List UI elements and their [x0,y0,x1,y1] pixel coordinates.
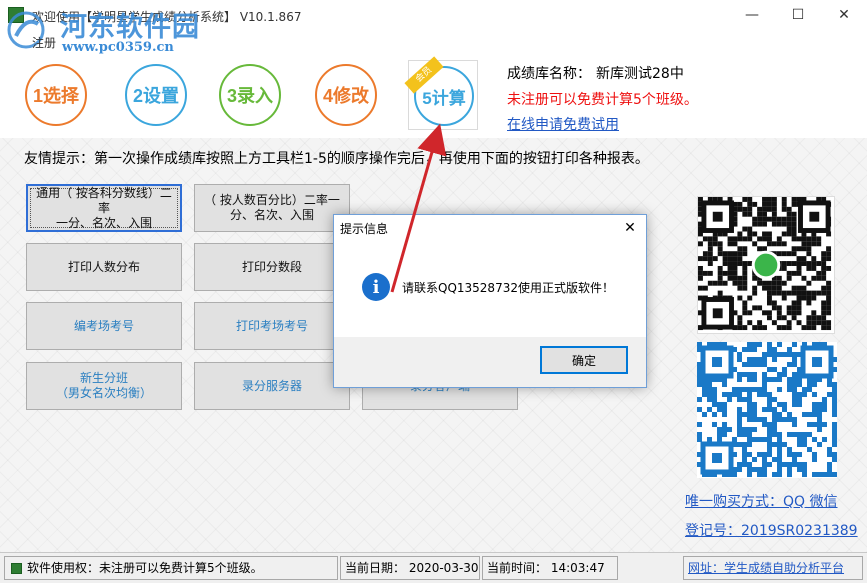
report-percentage-button[interactable]: （ 按人数百分比）二率一 分、名次、入围 [194,184,350,232]
print-count-distribution-button[interactable]: 打印人数分布 [26,243,182,291]
step2-settings-button[interactable]: 2设置 [125,64,187,126]
status-bar: 软件使用权：未注册可以免费计算5个班级。 当前日期： 2020-03-30 当前… [0,552,867,583]
watermark-text: 河东软件园 [60,12,200,43]
buy-method-link[interactable]: 唯一购买方式：QQ 微信 [685,491,838,511]
dialog-message: 请联系QQ13528732使用正式版软件！ [402,281,614,295]
dialog-body: i 请联系QQ13528732使用正式版软件！ [334,243,646,337]
score-entry-server-button[interactable]: 录分服务器 [194,362,350,410]
maximize-button[interactable]: ☐ [775,0,821,30]
print-score-range-button[interactable]: 打印分数段 [194,243,350,291]
info-dialog: 提示信息 ✕ i 请联系QQ13528732使用正式版软件！ 确定 [333,214,647,388]
status-usage: 软件使用权：未注册可以免费计算5个班级。 [4,556,338,580]
unregistered-note: 未注册可以免费计算5个班级。 [507,92,698,108]
dialog-footer: 确定 [334,337,646,387]
main-window: 欢迎使用【学明星学生成绩分析系统】 V10.1.867 — ☐ ✕ 河东软件园 … [0,0,867,583]
ok-button[interactable]: 确定 [540,346,628,374]
tip-text: 友情提示：第一次操作成绩库按照上方工具栏1-5的顺序操作完后，再使用下面的按钮打… [24,151,649,167]
db-name-label: 成绩库名称： [507,66,591,82]
step1-select-button[interactable]: 1选择 [25,64,87,126]
assign-exam-number-button[interactable]: 编考场考号 [26,302,182,350]
dialog-close-icon[interactable]: ✕ [614,215,646,241]
dialog-title: 提示信息 [340,222,389,236]
registration-number: 登记号：2019SR0231389 [685,523,858,539]
close-button[interactable]: ✕ [821,0,867,30]
free-trial-link[interactable]: 在线申请免费试用 [507,114,619,134]
license-icon [11,563,22,574]
watermark-url: www.pc0359.cn [62,40,174,55]
qq-qr-code-icon [697,342,837,478]
status-date: 当前日期： 2020-03-30 [340,556,480,580]
status-usage-text: 软件使用权：未注册可以免费计算5个班级。 [27,561,263,575]
print-exam-number-button[interactable]: 打印考场考号 [194,302,350,350]
wechat-qr-code-icon [697,196,835,334]
report-general-label: 通用（ 按各科分数线）二率 一分、名次、入围 [30,186,178,230]
step4-edit-button[interactable]: 4修改 [315,64,377,126]
minimize-button[interactable]: — [729,0,775,30]
status-time: 当前时间： 14:03:47 [482,556,618,580]
menu-register[interactable]: 注册 [32,34,56,51]
step3-entry-button[interactable]: 3录入 [219,64,281,126]
new-student-class-button[interactable]: 新生分班 （男女名次均衡） [26,362,182,410]
db-name-value: 新库测试28中 [596,66,684,82]
report-general-button[interactable]: 通用（ 按各科分数线）二率 一分、名次、入围 [26,184,182,232]
info-icon: i [362,273,390,301]
status-website-link[interactable]: 网址：学生成绩自助分析平台 [683,556,863,580]
